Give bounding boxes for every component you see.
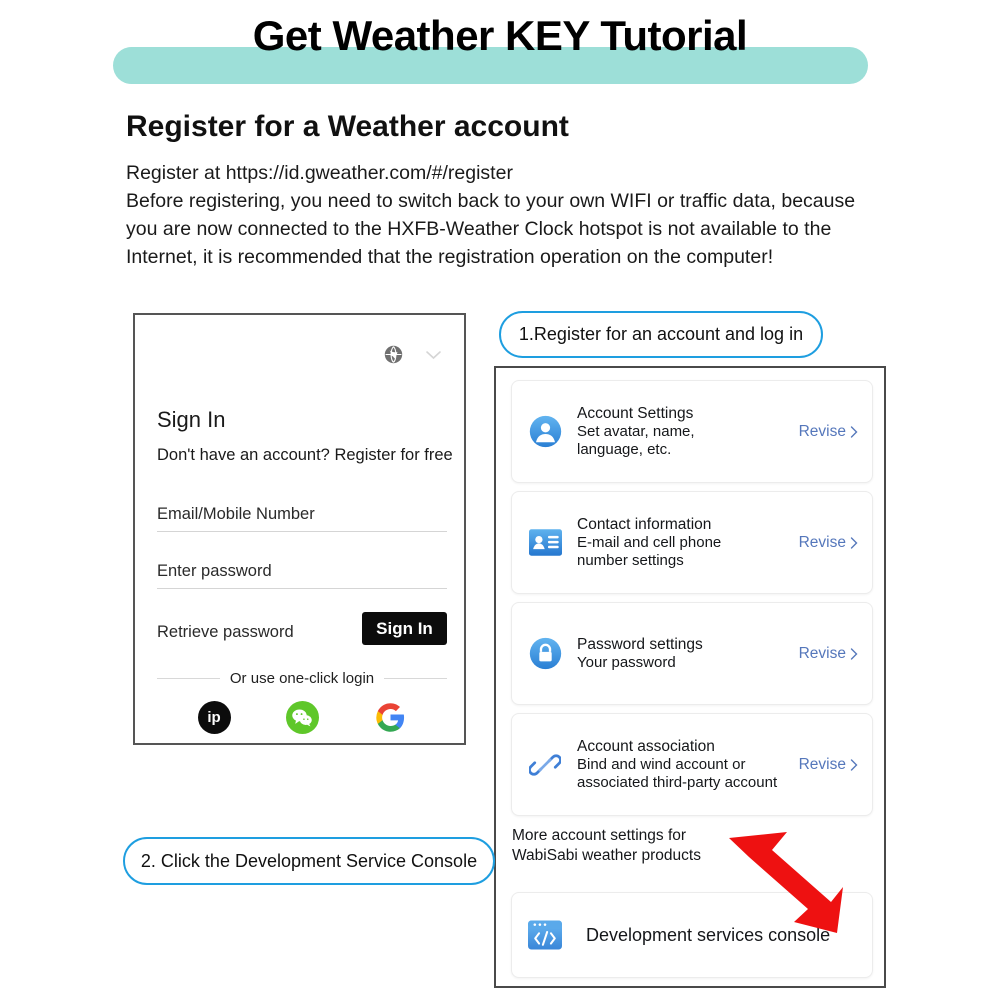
wechat-login-button[interactable] (285, 701, 319, 734)
setting-title: Account association (577, 738, 715, 755)
globe-icon[interactable] (384, 345, 403, 364)
wechat-icon (292, 709, 312, 727)
callout-console-step: 2. Click the Development Service Console (123, 837, 495, 885)
setting-row-contact-information[interactable]: Contact information E-mail and cell phon… (511, 491, 873, 594)
setting-desc-line-2: associated third-party account (577, 774, 778, 791)
google-login-button[interactable] (373, 701, 407, 734)
setting-row-development-services-console[interactable]: Development services console (511, 892, 873, 978)
setting-desc-line-1: E-mail and cell phone (577, 534, 722, 551)
revise-label: Revise (798, 422, 846, 440)
setting-desc-line-1: Bind and wind account or (577, 756, 746, 773)
password-input[interactable]: Enter password (157, 562, 447, 589)
revise-label: Revise (798, 533, 846, 551)
intro-line-3: you are now connected to the HXFB-Weathe… (126, 218, 832, 240)
setting-desc-line-2: number settings (577, 552, 684, 569)
id-card-icon (526, 529, 564, 556)
chevron-right-icon (850, 425, 858, 438)
setting-desc-line-1: Set avatar, name, (577, 423, 695, 440)
revise-button-password[interactable]: Revise (799, 645, 858, 663)
console-row-label: Development services console (586, 924, 831, 945)
intro-line-1: Register at https://id.gweather.com/#/re… (126, 162, 513, 184)
section-heading: Register for a Weather account (126, 110, 569, 143)
avatar-icon (526, 415, 564, 448)
signin-card: Sign In Don't have an account? Register … (133, 313, 466, 745)
link-icon (526, 749, 564, 781)
divider-rule-left (157, 678, 220, 679)
divider-label: Or use one-click login (229, 670, 375, 687)
intro-paragraph: Register at https://id.gweather.com/#/re… (126, 159, 926, 271)
revise-label: Revise (798, 644, 846, 662)
ip-login-button[interactable]: ip (197, 701, 231, 734)
signin-heading: Sign In (157, 407, 226, 432)
signin-register-hint[interactable]: Don't have an account? Register for free (157, 446, 453, 465)
setting-title: Contact information (577, 516, 712, 533)
chevron-right-icon (850, 758, 858, 771)
setting-text-association: Account association Bind and wind accoun… (564, 737, 799, 792)
setting-desc-line-1: Your password (577, 654, 676, 671)
setting-row-password-settings[interactable]: Password settings Your password Revise (511, 602, 873, 705)
revise-button-association[interactable]: Revise (799, 756, 858, 774)
chevron-right-icon (850, 647, 858, 660)
chevron-right-icon (850, 536, 858, 549)
setting-desc-line-2: language, etc. (577, 441, 672, 458)
social-login-row: ip (157, 701, 447, 734)
setting-title: Password settings (577, 636, 703, 653)
callout-register-step: 1.Register for an account and log in (499, 311, 823, 358)
page-title: Get Weather KEY Tutorial (252, 12, 748, 59)
google-g-icon (375, 703, 404, 732)
revise-label: Revise (798, 755, 846, 773)
intro-line-4: Internet, it is recommended that the reg… (126, 246, 774, 268)
divider-rule-right (384, 678, 448, 679)
lock-icon (526, 637, 564, 670)
setting-text-password: Password settings Your password (564, 635, 799, 672)
setting-row-account-association[interactable]: Account association Bind and wind accoun… (511, 713, 873, 816)
account-settings-panel: Account Settings Set avatar, name, langu… (494, 366, 886, 988)
setting-text-account: Account Settings Set avatar, name, langu… (564, 404, 799, 459)
title-area: Get Weather KEY Tutorial (0, 0, 1000, 95)
more-note-line-2: WabiSabi weather products (512, 847, 701, 864)
more-settings-note: More account settings for WabiSabi weath… (512, 826, 701, 866)
retrieve-password-link[interactable]: Retrieve password (157, 623, 294, 642)
code-console-icon (526, 920, 564, 950)
email-input[interactable]: Email/Mobile Number (157, 505, 447, 532)
signin-button[interactable]: Sign In (362, 612, 447, 645)
more-note-line-1: More account settings for (512, 827, 687, 844)
one-click-login-divider: Or use one-click login (157, 670, 448, 687)
setting-row-account-settings[interactable]: Account Settings Set avatar, name, langu… (511, 380, 873, 483)
revise-button-contact[interactable]: Revise (799, 534, 858, 552)
card-topbar (384, 345, 442, 364)
chevron-down-icon[interactable] (425, 349, 442, 361)
setting-title: Account Settings (577, 405, 694, 422)
revise-button-account[interactable]: Revise (799, 423, 858, 441)
setting-text-contact: Contact information E-mail and cell phon… (564, 515, 799, 570)
intro-line-2: Before registering, you need to switch b… (126, 190, 856, 212)
